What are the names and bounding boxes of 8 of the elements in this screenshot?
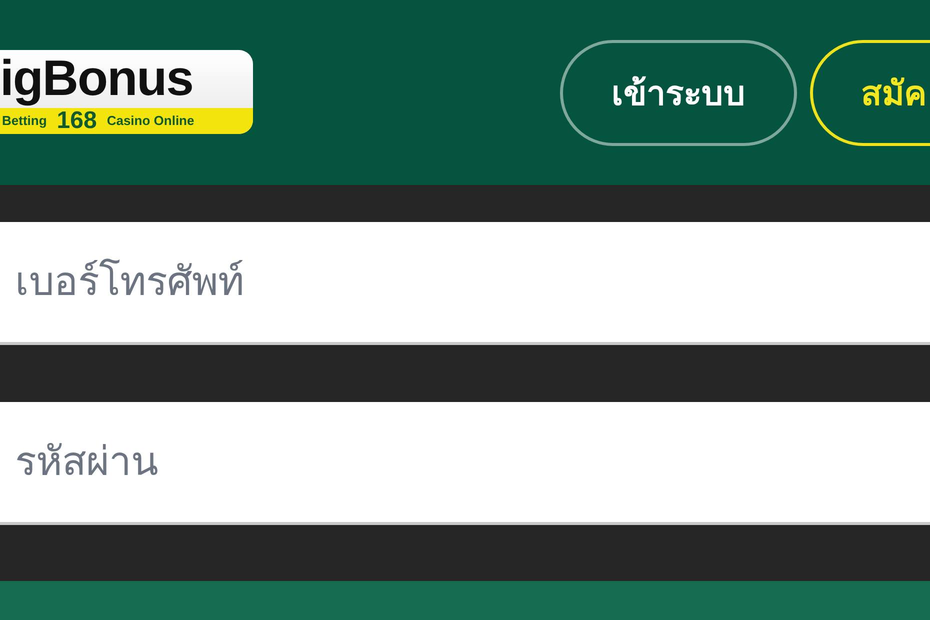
logo-strip-text: Casino Online [106, 114, 194, 127]
register-button[interactable]: สมัค [810, 40, 930, 146]
input-field[interactable]: เบอร์โทรศัพท์ [0, 222, 930, 345]
logo-strip-text: Betting [2, 114, 47, 127]
input-field[interactable]: รหัสผ่าน [0, 402, 930, 525]
logo-name: igBonus [0, 50, 194, 106]
logo-strip-text: 168 [56, 108, 97, 132]
login-button[interactable]: เข้าระบบ [560, 40, 797, 146]
